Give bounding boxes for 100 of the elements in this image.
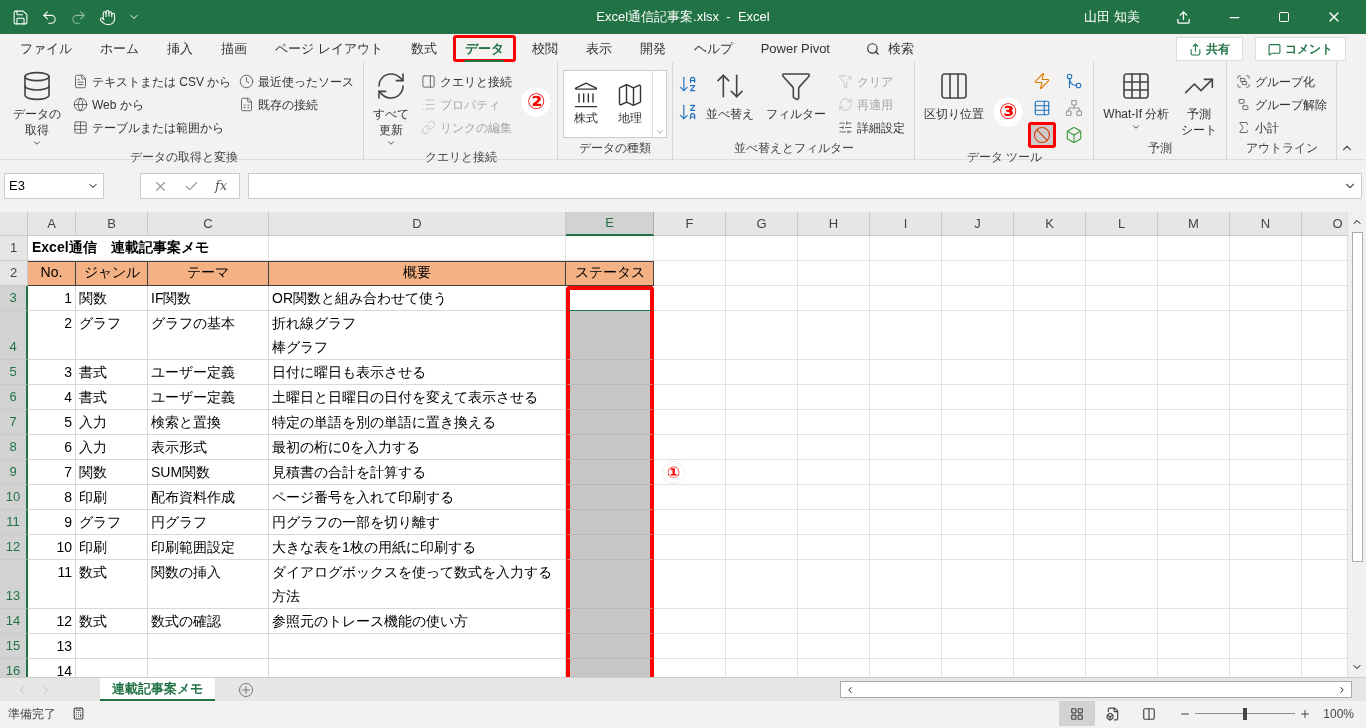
row-header[interactable]: 12 bbox=[0, 535, 28, 560]
vertical-scrollbar[interactable] bbox=[1347, 212, 1366, 677]
zoom-slider[interactable] bbox=[1195, 707, 1296, 720]
zoom-in-icon[interactable] bbox=[1299, 707, 1312, 720]
row-header[interactable]: 16 bbox=[0, 659, 28, 677]
table-cell-text: 9 bbox=[64, 513, 72, 532]
selected-cell[interactable] bbox=[566, 385, 654, 410]
ribbon-tab[interactable]: ホーム bbox=[88, 35, 151, 62]
ribbon-large-button[interactable]: 区切り位置 bbox=[920, 66, 989, 122]
ribbon-tab[interactable]: ファイル bbox=[8, 35, 84, 62]
zoom-thumb[interactable] bbox=[1243, 707, 1248, 720]
row-header[interactable]: 3 bbox=[0, 286, 28, 311]
column-header[interactable]: B bbox=[76, 212, 148, 236]
ribbon-large-button[interactable]: 並べ替え bbox=[702, 66, 759, 122]
hand-icon[interactable] bbox=[99, 8, 116, 26]
selected-cell[interactable] bbox=[566, 659, 654, 677]
table-cell-text: 大きな表を1枚の用紙に印刷する bbox=[272, 538, 477, 557]
share-button[interactable]: 共有 bbox=[1176, 37, 1243, 61]
table-header-cell: 概要 bbox=[269, 261, 566, 286]
ribbon-tab[interactable]: 開発 bbox=[627, 35, 678, 62]
ribbon-tab[interactable]: ページ レイアウト bbox=[263, 35, 395, 62]
undo-icon[interactable] bbox=[41, 8, 58, 26]
save-icon[interactable] bbox=[12, 8, 29, 26]
selected-cell[interactable] bbox=[566, 634, 654, 659]
empty-cell[interactable] bbox=[76, 634, 148, 659]
selected-cell[interactable] bbox=[566, 560, 654, 609]
selected-cell[interactable] bbox=[566, 485, 654, 510]
selected-cell[interactable] bbox=[566, 286, 654, 311]
selected-cell[interactable] bbox=[566, 435, 654, 460]
row-header[interactable]: 10 bbox=[0, 485, 28, 510]
row-header[interactable]: 2 bbox=[0, 261, 28, 286]
row-header[interactable]: 6 bbox=[0, 385, 28, 410]
column-header[interactable]: E bbox=[566, 212, 654, 236]
ribbon-small-button[interactable]: 詳細設定 bbox=[834, 116, 910, 139]
ribbon-large-button[interactable]: フィルター bbox=[762, 66, 831, 122]
name-box[interactable]: E3 bbox=[4, 173, 104, 199]
row-header[interactable]: 15 bbox=[0, 634, 28, 659]
row-header[interactable]: 8 bbox=[0, 435, 28, 460]
ribbon-large-button[interactable]: データの 取得 bbox=[9, 66, 65, 148]
ribbon-small-button[interactable]: テーブルまたは範囲から bbox=[69, 116, 236, 139]
row-header[interactable]: 11 bbox=[0, 510, 28, 535]
formula-input[interactable] bbox=[248, 173, 1362, 199]
selected-cell[interactable] bbox=[566, 535, 654, 560]
table-cell-text: IF関数 bbox=[151, 289, 193, 308]
ribbon-tab[interactable]: 表示 bbox=[573, 35, 624, 62]
selected-cell[interactable] bbox=[566, 510, 654, 535]
data-type-button[interactable]: 地理 bbox=[608, 71, 653, 137]
ribbon-icon bbox=[838, 97, 854, 112]
ribbon-tab[interactable]: ヘルプ bbox=[681, 35, 745, 62]
selected-cell[interactable] bbox=[566, 410, 654, 435]
column-header[interactable]: A bbox=[28, 212, 76, 236]
ribbon-small-button[interactable]: テキストまたは CSV から bbox=[69, 70, 236, 93]
view-icon bbox=[1106, 706, 1121, 721]
calculator-icon[interactable] bbox=[72, 707, 85, 720]
ribbon-small-button[interactable]: 既存の接続 bbox=[235, 93, 359, 116]
ribbon-tab[interactable]: 挿入 bbox=[155, 35, 205, 62]
grid-cell[interactable]: ① bbox=[654, 460, 726, 485]
table-cell-text: 12 bbox=[56, 612, 72, 631]
row-header[interactable]: 4 bbox=[0, 311, 28, 360]
horizontal-scrollbar[interactable] bbox=[840, 681, 1352, 698]
ribbon-small-button[interactable]: クエリと接続 bbox=[417, 70, 517, 93]
table-cell-text: 配布資料作成 bbox=[151, 488, 236, 507]
selected-cell[interactable] bbox=[566, 609, 654, 634]
row-header[interactable]: 7 bbox=[0, 410, 28, 435]
row-header[interactable]: 5 bbox=[0, 360, 28, 385]
ribbon-small-button[interactable]: 最近使ったソース bbox=[235, 70, 359, 93]
data-type-button[interactable]: 株式 bbox=[564, 71, 609, 137]
view-button[interactable] bbox=[1059, 701, 1096, 726]
restore-icon[interactable] bbox=[1278, 11, 1290, 23]
ribbon-display-icon[interactable] bbox=[1176, 9, 1191, 25]
selected-cell[interactable] bbox=[566, 460, 654, 485]
ribbon-small-button[interactable]: グループ化 bbox=[1232, 70, 1332, 93]
ribbon-tab[interactable]: 数式 bbox=[398, 35, 449, 62]
column-header[interactable]: D bbox=[269, 212, 566, 236]
insert-function-button[interactable]: fx bbox=[215, 176, 228, 196]
table-header-cell: No. bbox=[28, 261, 76, 286]
scroll-thumb[interactable] bbox=[1351, 232, 1363, 562]
empty-cell[interactable] bbox=[148, 634, 269, 659]
ribbon-tab[interactable]: Power Pivot bbox=[748, 35, 842, 62]
row-header[interactable]: 1 bbox=[0, 236, 28, 261]
ribbon-small-button[interactable]: 小計 bbox=[1232, 116, 1332, 139]
ribbon-large-button[interactable]: 予測 シート bbox=[1177, 66, 1222, 138]
table-cell-text: 2 bbox=[64, 314, 72, 333]
ribbon-tab[interactable]: 校閲 bbox=[519, 35, 570, 62]
column-header[interactable]: C bbox=[148, 212, 269, 236]
sheet-tab[interactable]: 連載記事案メモ bbox=[100, 678, 215, 701]
ribbon-tab[interactable]: 描画 bbox=[209, 35, 259, 62]
row-header[interactable]: 9 bbox=[0, 460, 28, 485]
ribbon-large-button[interactable]: すべて 更新 bbox=[369, 66, 414, 148]
selected-cell[interactable] bbox=[566, 311, 654, 360]
selected-cell[interactable] bbox=[566, 360, 654, 385]
search-button[interactable]: 検索 bbox=[858, 36, 922, 62]
ribbon-large-button[interactable]: What-If 分析 bbox=[1099, 66, 1174, 132]
ribbon-small-button[interactable]: Web から bbox=[69, 93, 236, 116]
ribbon-small-button[interactable]: グループ解除 bbox=[1232, 93, 1332, 116]
comment-button[interactable]: コメント bbox=[1255, 37, 1346, 61]
row-header[interactable]: 13 bbox=[0, 560, 28, 609]
data-validation-icon[interactable] bbox=[1028, 122, 1057, 148]
row-header[interactable]: 14 bbox=[0, 609, 28, 634]
table-cell-text: ユーザー定義 bbox=[151, 388, 236, 407]
